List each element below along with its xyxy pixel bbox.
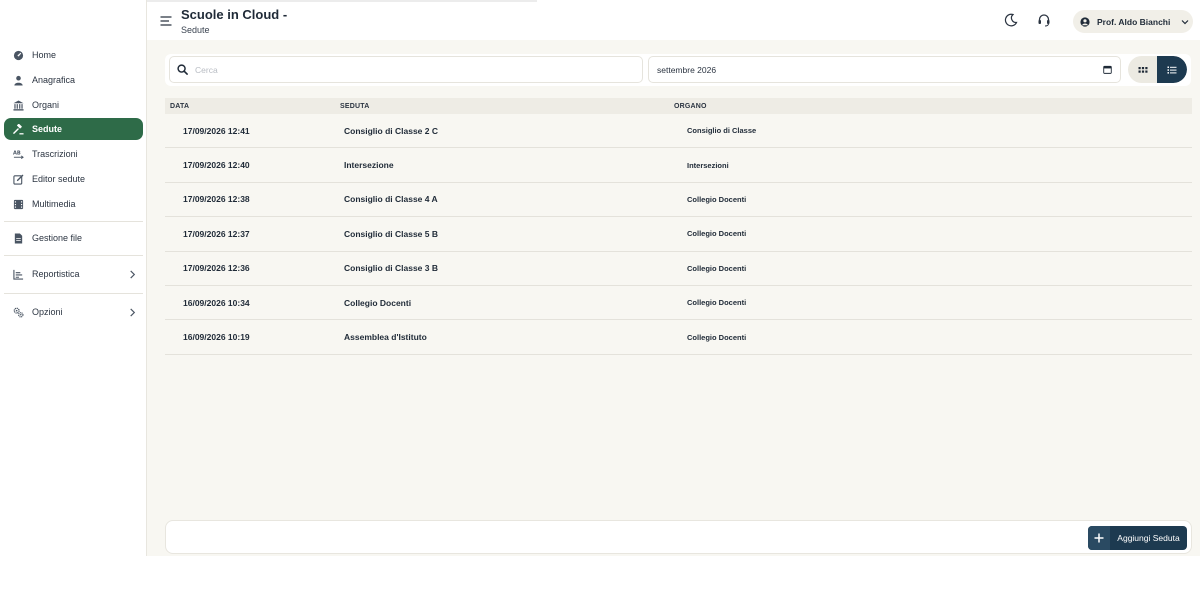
sidebar-item-label: Trascrizioni [32,149,78,159]
sidebar-item-trascrizioni[interactable]: AB Trascrizioni [4,143,143,165]
cell-organo: Consiglio di Classe [687,126,757,136]
sidebar-item-label: Sedute [32,124,63,134]
user-name: Prof. Aldo Bianchi [1097,16,1171,27]
sidebar-item-organi[interactable]: Organi [4,94,143,116]
sidebar-divider [4,255,143,256]
sidebar-item-home[interactable]: Home [4,44,143,66]
top-divider [147,0,537,2]
topbar: Scuole in Cloud - Sedute Prof. Aldo Bian… [147,0,1200,40]
cell-date: 17/09/2026 12:41 [183,125,250,136]
cell-seduta: Consiglio di Classe 3 B [344,263,438,274]
file-icon [4,232,32,244]
transcription-icon: AB [4,149,32,160]
sidebar-divider [4,221,143,222]
dashboard-icon [4,50,32,61]
sidebar-item-label: Opzioni [32,307,63,317]
sidebar-item-label: Editor sedute [32,174,86,184]
sidebar-item-label: Organi [32,100,60,110]
sedute-table: DATA SEDUTA ORGANO 17/09/2026 12:41 Cons… [165,98,1192,355]
user-icon [4,75,32,86]
sidebar-item-gestione-file[interactable]: Gestione file [4,227,143,249]
cell-date: 17/09/2026 12:40 [183,160,250,171]
table-row[interactable]: 16/09/2026 10:34 Collegio Docenti Colleg… [165,286,1192,321]
table-row[interactable]: 17/09/2026 12:41 Consiglio di Classe 2 C… [165,114,1192,149]
month-picker[interactable]: settembre 2026 [648,56,1121,83]
column-header-seduta[interactable]: SEDUTA [340,103,674,110]
cell-date: 17/09/2026 12:37 [183,228,250,239]
add-seduta-button[interactable]: Aggiungi Seduta [1088,526,1187,550]
gavel-icon [4,123,32,135]
filter-bar: settembre 2026 [165,54,1191,86]
sidebar: Home Anagrafica Organi Sedute AB Trascri… [0,0,147,556]
cell-organo: Collegio Docenti [687,298,747,308]
cell-organo: Collegio Docenti [687,332,747,342]
cell-date: 17/09/2026 12:36 [183,263,250,274]
sidebar-item-reportistica[interactable]: Reportistica [4,263,143,285]
cell-seduta: Consiglio di Classe 2 C [344,125,438,136]
search-field[interactable] [169,56,643,83]
sidebar-item-label: Home [32,50,57,60]
user-menu-button[interactable]: Prof. Aldo Bianchi [1073,10,1193,33]
view-toggle [1128,56,1187,83]
add-seduta-label: Aggiungi Seduta [1117,533,1180,543]
search-icon [177,64,188,75]
cell-seduta: Intersezione [344,160,394,171]
cell-seduta: Consiglio di Classe 4 A [344,194,438,205]
report-icon [4,269,32,280]
cell-seduta: Assemblea d'Istituto [344,332,427,343]
grid-view-button[interactable] [1128,56,1157,83]
cell-organo: Collegio Docenti [687,263,747,273]
page-subtitle: Sedute [181,25,210,35]
dark-mode-icon[interactable] [1004,13,1018,27]
chevron-right-icon [121,307,143,317]
sidebar-item-label: Anagrafica [32,75,76,85]
chevron-right-icon [121,269,143,279]
chevron-down-icon [1177,18,1193,26]
cell-date: 16/09/2026 10:19 [183,332,250,343]
bottom-action-bar: Aggiungi Seduta [165,520,1192,554]
sidebar-item-label: Gestione file [32,233,83,243]
table-row[interactable]: 17/09/2026 12:36 Consiglio di Classe 3 B… [165,252,1192,286]
sidebar-item-anagrafica[interactable]: Anagrafica [4,69,143,91]
table-header: DATA SEDUTA ORGANO [165,98,1192,114]
sidebar-divider [4,293,143,294]
table-row[interactable]: 17/09/2026 12:40 Intersezione Intersezio… [165,148,1192,183]
list-view-button[interactable] [1157,56,1187,83]
cell-date: 16/09/2026 10:34 [183,297,250,308]
sidebar-item-sedute[interactable]: Sedute [4,118,143,140]
cell-organo: Intersezioni [687,160,729,170]
edit-icon [4,174,32,185]
svg-text:AB: AB [13,150,21,156]
support-headset-icon[interactable] [1037,13,1051,27]
cell-seduta: Consiglio di Classe 5 B [344,228,438,239]
cell-organo: Collegio Docenti [687,194,747,204]
cell-seduta: Collegio Docenti [344,297,412,308]
table-row[interactable]: 17/09/2026 12:37 Consiglio di Classe 5 B… [165,217,1192,252]
settings-icon [4,307,32,318]
sidebar-item-label: Multimedia [32,199,76,209]
cell-organo: Collegio Docenti [687,229,747,239]
institution-icon [4,99,32,111]
app-title: Scuole in Cloud - [181,7,288,22]
sidebar-item-multimedia[interactable]: Multimedia [4,193,143,215]
plus-icon [1088,526,1110,550]
menu-toggle-icon[interactable] [160,15,172,27]
cell-date: 17/09/2026 12:38 [183,194,250,205]
column-header-organo[interactable]: ORGANO [674,103,1192,110]
sidebar-item-editor-sedute[interactable]: Editor sedute [4,168,143,190]
grid-icon [1138,66,1147,73]
main-content: settembre 2026 DATA SEDUTA ORGANO 17/09/… [147,40,1200,556]
month-value: settembre 2026 [657,64,717,75]
table-row[interactable]: 16/09/2026 10:19 Assemblea d'Istituto Co… [165,320,1192,355]
sidebar-item-label: Reportistica [32,269,80,279]
sidebar-item-opzioni[interactable]: Opzioni [4,301,143,323]
user-avatar-icon [1073,16,1097,27]
column-header-data[interactable]: DATA [165,103,340,110]
calendar-icon[interactable] [1103,65,1112,74]
film-icon [4,199,32,210]
list-icon [1167,66,1177,74]
search-input[interactable] [195,64,635,75]
table-row[interactable]: 17/09/2026 12:38 Consiglio di Classe 4 A… [165,183,1192,218]
